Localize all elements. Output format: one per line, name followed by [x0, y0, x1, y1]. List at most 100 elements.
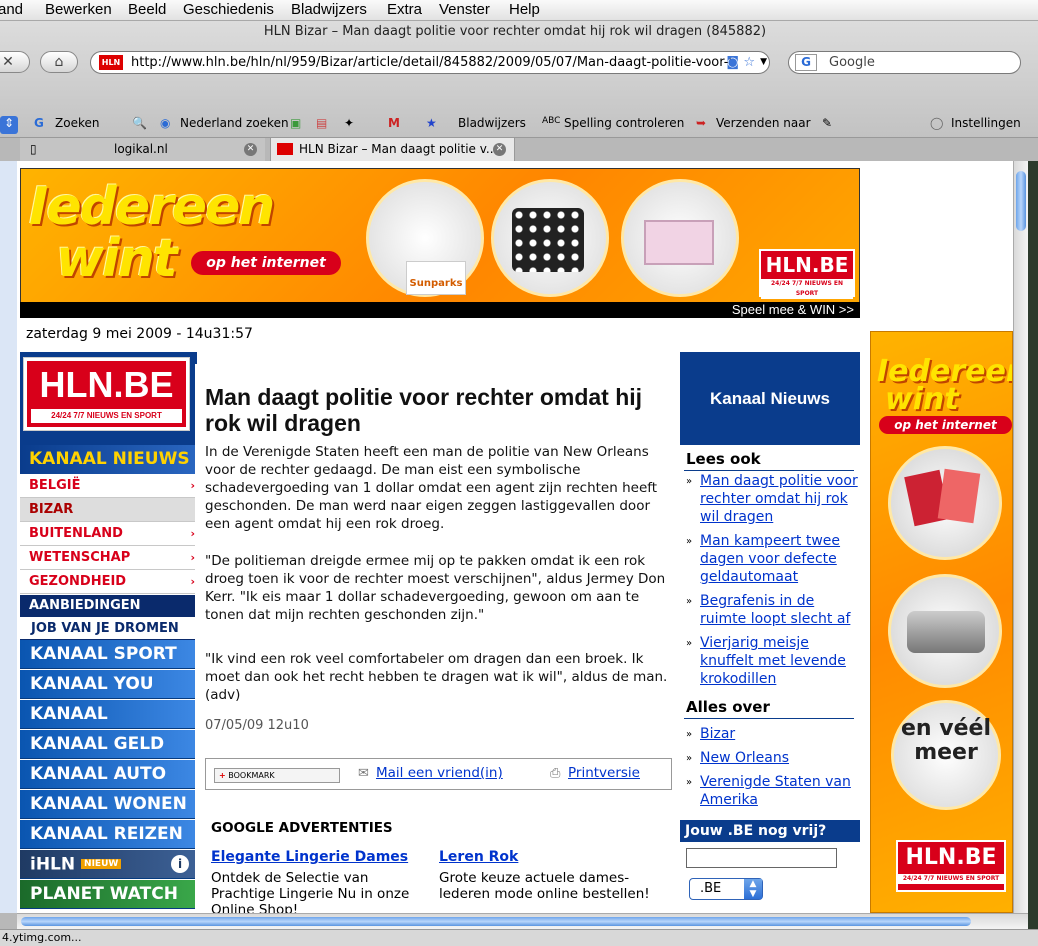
calendar-icon[interactable]: ▤ [316, 116, 327, 130]
rss-icon[interactable]: ◙ [726, 52, 739, 73]
tab-hln-bizar[interactable]: HLN Bizar – Man daagt politie v... ✕ [270, 138, 515, 162]
nav-kanaal-geld[interactable]: KANAAL GELD netto [20, 730, 197, 782]
page-icon: ▯ [30, 142, 37, 156]
sidebar-toggle-icon[interactable]: ⇕ [0, 116, 18, 134]
hln-logo[interactable]: HLN.BE 24/24 7/7 NIEUWS EN SPORT [24, 358, 189, 430]
banner-subtitle: op het internet [191, 251, 341, 275]
nav-kanaal-showbizz[interactable]: KANAAL SHOWBIZZ [20, 700, 197, 753]
scrollbar-thumb[interactable] [21, 917, 971, 926]
close-icon[interactable]: ✕ [493, 143, 506, 156]
nav-gezondheid[interactable]: GEZONDHEID › [20, 570, 197, 594]
bullet-icon: » [686, 536, 693, 547]
tag-link[interactable]: New Orleans [700, 749, 860, 767]
magnifier-icon[interactable]: 🔍 [132, 116, 147, 130]
bookmark-toolbar: ⇕ G Zoeken 🔍 ◉ Nederland zoeken ▣ ▤ ✦ M … [0, 113, 1038, 137]
home-icon: ⌂ [54, 54, 64, 70]
menu-help[interactable]: Help [509, 1, 540, 18]
status-bar: 4.ytimg.com... [0, 929, 1038, 946]
nav-belgie[interactable]: BELGIË › [20, 474, 197, 498]
nav-buitenland[interactable]: BUITENLAND › [20, 522, 197, 546]
nav-kanaal-sport[interactable]: KANAAL SPORT [20, 640, 197, 669]
nav-kanaal-reizen[interactable]: KANAAL REIZEN [20, 820, 197, 849]
tab-label: logikal.nl [114, 142, 168, 156]
divider [684, 470, 854, 471]
photo-icon[interactable]: ▣ [290, 116, 301, 130]
url-text[interactable]: http://www.hln.be/hln/nl/959/Bizar/artic… [131, 55, 734, 70]
nav-kanaal-wonen[interactable]: KANAAL WONEN [20, 790, 197, 819]
google-icon[interactable]: G [795, 54, 817, 71]
nederland-zoeken-button[interactable]: Nederland zoeken [180, 116, 289, 130]
instellingen-button[interactable]: Instellingen [951, 116, 1021, 130]
chevron-down-icon[interactable]: ▼ [760, 52, 767, 73]
close-icon[interactable]: ✕ [244, 143, 257, 156]
menu-extra[interactable]: Extra [387, 1, 422, 18]
divider [684, 718, 854, 719]
speel-mee-link[interactable]: Speel mee & WIN >> [20, 302, 860, 318]
nav-planet-watch[interactable]: PLANET WATCH [20, 880, 197, 909]
menu-venster[interactable]: Venster [439, 1, 490, 18]
domain-select[interactable]: .BE ▲ ▼ [689, 878, 763, 900]
zoeken-button[interactable]: Zoeken [55, 116, 99, 130]
ad-link[interactable]: Elegante Lingerie Dames [211, 849, 408, 865]
article: Man daagt politie voor rechter omdat hij… [195, 364, 680, 913]
left-navigation: HLN.BE 24/24 7/7 NIEUWS EN SPORT KANAAL N… [20, 352, 197, 913]
star-icon[interactable]: ★ [426, 116, 437, 130]
address-bar[interactable]: HLN http://www.hln.be/hln/nl/959/Bizar/a… [90, 51, 770, 74]
nav-wetenschap[interactable]: WETENSCHAP › [20, 546, 197, 570]
globe-icon: ◉ [160, 116, 171, 130]
puzzle-icon[interactable]: ✦ [344, 116, 354, 130]
nav-job[interactable]: JOB VAN JE DROMEN [20, 617, 197, 640]
home-button[interactable]: ⌂ [40, 51, 78, 73]
mail-link[interactable]: Mail een vriend(in) [376, 765, 503, 781]
side-banner-ad[interactable]: Iedereen wint op het internet en véél me… [870, 331, 1013, 913]
search-field[interactable]: G Google [788, 51, 1021, 74]
star-icon[interactable]: ☆ [743, 52, 755, 73]
plus-icon: + [219, 771, 226, 780]
mail-icon: ✉ [358, 766, 369, 781]
info-icon: i [171, 855, 189, 873]
menu-app[interactable]: and [0, 1, 23, 18]
tag-link[interactable]: Verenigde Staten van Amerika [700, 773, 860, 809]
vertical-scrollbar[interactable] [1013, 161, 1028, 913]
menu-bewerken[interactable]: Bewerken [45, 1, 112, 18]
menu-beeld[interactable]: Beeld [128, 1, 166, 18]
nav-kanaal-auto[interactable]: KANAAL AUTO [20, 760, 197, 789]
tag-link[interactable]: Bizar [700, 725, 860, 743]
google-ads-title: GOOGLE ADVERTENTIES [211, 820, 393, 836]
horizontal-scrollbar[interactable] [17, 913, 1028, 929]
ad-link[interactable]: Leren Rok [439, 849, 518, 865]
bookmark-button[interactable]: + BOOKMARK [214, 768, 340, 783]
related-link[interactable]: Man kampeert twee dagen voor defecte gel… [700, 532, 860, 586]
related-link[interactable]: Vierjarig meisje knuffelt met levende kr… [700, 634, 860, 688]
verzenden-button[interactable]: Verzenden naar [716, 116, 811, 130]
gmail-icon[interactable]: M [388, 116, 400, 130]
print-link[interactable]: Printversie [568, 765, 640, 781]
hln-favicon: HLN [99, 55, 123, 70]
top-banner-ad[interactable]: Iedereen wint op het internet Sunparks H… [20, 168, 860, 317]
domain-input[interactable] [686, 848, 837, 868]
domain-check-title: Jouw .BE nog vrij? [680, 820, 860, 842]
bullet-icon: » [686, 729, 693, 740]
grill-icon [907, 611, 985, 653]
ad-text: Grote keuze actuele dames- lederen mode … [439, 870, 650, 902]
nav-bizar[interactable]: BIZAR [20, 498, 197, 522]
nav-kanaal-you[interactable]: KANAAL YOU [20, 670, 197, 699]
tab-logikal[interactable]: ▯ logikal.nl ✕ [20, 138, 265, 162]
spelling-button[interactable]: Spelling controleren [564, 116, 684, 130]
related-link[interactable]: Man daagt politie voor rechter omdat hij… [700, 472, 860, 526]
menu-bladwijzers[interactable]: Bladwijzers [291, 1, 367, 18]
browser-chrome: HLN Bizar – Man daagt politie voor recht… [0, 21, 1038, 162]
stop-button[interactable]: ✕ [0, 51, 30, 73]
pen-icon[interactable]: ✎ [822, 116, 832, 130]
nav-aanbiedingen[interactable]: AANBIEDINGEN [20, 595, 197, 617]
article-paragraph: "Ik vind een rok veel comfortabeler om d… [205, 651, 668, 703]
kanaal-nieuws-header[interactable]: Kanaal Nieuws [680, 352, 860, 445]
article-paragraph: In de Verenigde Staten heeft een man de … [205, 444, 658, 532]
web-page: Iedereen wint op het internet Sunparks H… [17, 161, 1013, 913]
nav-ihln[interactable]: iHLN NIEUW i [20, 850, 197, 879]
bladwijzers-button[interactable]: Bladwijzers [458, 116, 526, 130]
related-link[interactable]: Begrafenis in de ruimte loopt slecht af [700, 592, 860, 628]
scrollbar-thumb[interactable] [1016, 171, 1026, 231]
menu-geschiedenis[interactable]: Geschiedenis [183, 1, 274, 18]
nav-kanaal-nieuws[interactable]: KANAAL NIEUWS [20, 445, 197, 474]
